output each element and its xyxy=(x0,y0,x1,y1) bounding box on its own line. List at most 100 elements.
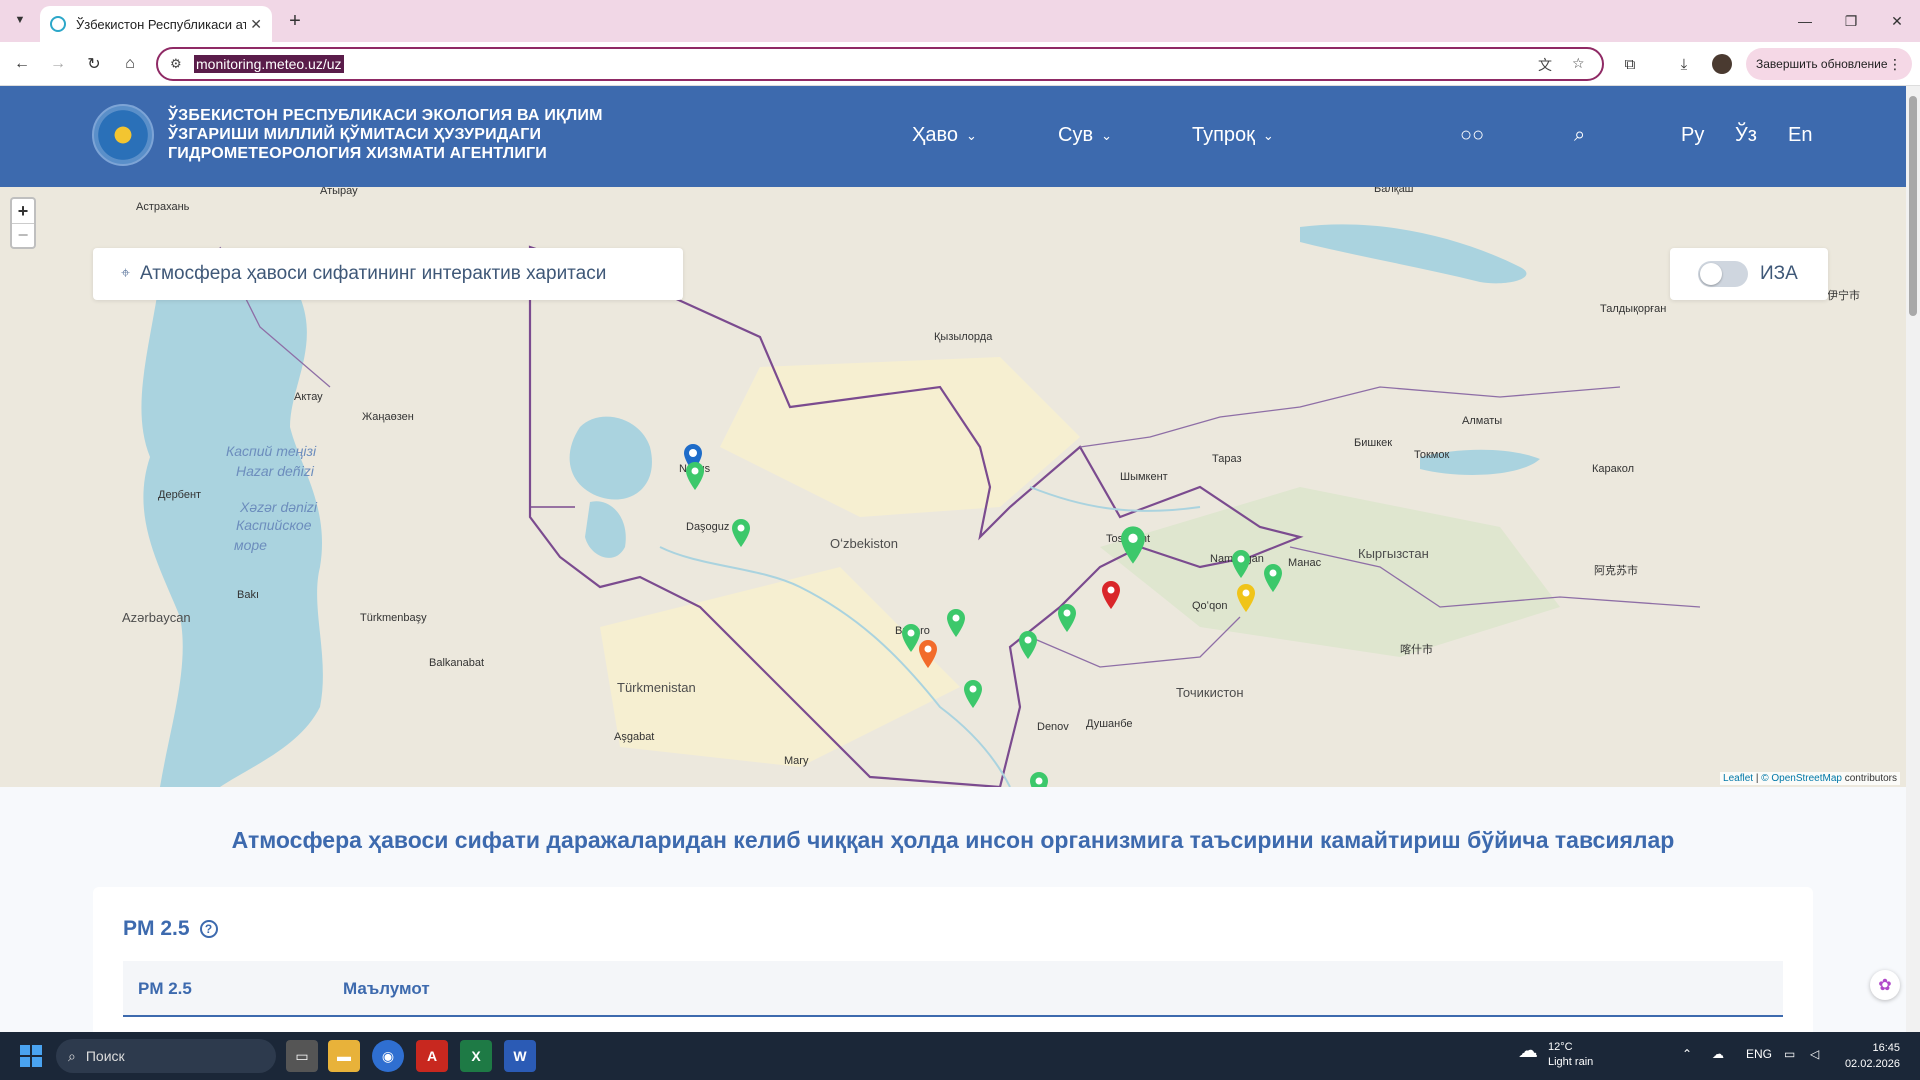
station-marker-good[interactable] xyxy=(1056,603,1078,633)
bookmark-star-icon[interactable]: ☆ xyxy=(1572,55,1585,72)
browser-tab[interactable]: Ўзбекистон Республикаси атр ✕ xyxy=(40,6,272,42)
windows-start-icon[interactable] xyxy=(20,1045,42,1067)
map-label-caspian5: море xyxy=(234,537,267,553)
tab-search-button[interactable]: ▼ xyxy=(8,8,32,32)
station-marker-good[interactable] xyxy=(962,679,984,709)
station-marker-good[interactable] xyxy=(945,608,967,638)
site-header: ЎЗБЕКИСТОН РЕСПУБЛИКАСИ ЭКОЛОГИЯ ВА ИҚЛИ… xyxy=(0,86,1906,187)
site-info-icon[interactable]: ⚙ xyxy=(170,56,182,72)
pm25-table-header: PM 2.5 Маълумот xyxy=(123,961,1783,1017)
org-name-line2: ЎЗГАРИШИ МИЛЛИЙ ҚЎМИТАСИ ҲУЗУРИДАГИ xyxy=(168,126,542,143)
tray-chevron-up-icon[interactable]: ⌃ xyxy=(1682,1047,1692,1061)
minimize-button[interactable]: — xyxy=(1782,0,1828,42)
word-icon[interactable]: W xyxy=(504,1040,536,1072)
extensions-icon[interactable]: ⧉ xyxy=(1616,50,1644,78)
station-marker-good[interactable] xyxy=(1028,771,1050,787)
weather-temp: 12°C xyxy=(1548,1041,1573,1053)
menu-dots-icon[interactable]: ⋮ xyxy=(1888,56,1902,73)
help-icon[interactable]: ? xyxy=(199,920,218,938)
excel-icon[interactable]: X xyxy=(460,1040,492,1072)
org-name[interactable]: ЎЗБЕКИСТОН РЕСПУБЛИКАСИ ЭКОЛОГИЯ ВА ИҚЛИ… xyxy=(168,106,628,163)
map-label-derbent: Дербент xyxy=(158,489,202,501)
translate-icon[interactable]: 文 xyxy=(1538,55,1552,75)
map-label-taldykorgan: Талдықорған xyxy=(1600,303,1667,315)
iza-toggle[interactable] xyxy=(1698,261,1748,287)
scrollbar-thumb[interactable] xyxy=(1909,96,1917,316)
search-icon[interactable]: ⌕ xyxy=(1574,124,1585,147)
chevron-down-icon: ⌄ xyxy=(966,127,977,143)
station-marker-bad[interactable] xyxy=(1100,580,1122,610)
pm25-title: PM 2.5 ? xyxy=(123,917,218,941)
lang-en[interactable]: En xyxy=(1788,124,1812,147)
address-bar[interactable]: ⚙ monitoring.meteo.uz/uz 文 ☆ xyxy=(156,47,1604,81)
task-view-icon[interactable]: ▭ xyxy=(286,1040,318,1072)
map-label-dushanbe: Душанбе xyxy=(1086,718,1133,730)
map-label-azerbaijan: Azərbaycan xyxy=(122,610,191,625)
map-label-kyzylorda: Қызылорда xyxy=(934,331,993,343)
accessibility-glasses-icon[interactable]: ○○ xyxy=(1460,124,1484,147)
lang-ru[interactable]: Ру xyxy=(1681,124,1704,147)
station-marker-good[interactable] xyxy=(1017,630,1039,660)
map-label-ashgabat: Aşgabat xyxy=(614,731,655,743)
agency-logo[interactable] xyxy=(92,104,154,166)
back-button[interactable]: ← xyxy=(8,50,36,78)
new-tab-button[interactable]: + xyxy=(282,8,308,34)
map-label-yining: 伊宁市 xyxy=(1827,290,1860,302)
chrome-icon[interactable]: ◉ xyxy=(372,1040,404,1072)
nav-soil[interactable]: Тупроқ ⌄ xyxy=(1192,124,1274,147)
lang-uz[interactable]: Ўз xyxy=(1735,124,1757,147)
url-text[interactable]: monitoring.meteo.uz/uz xyxy=(194,55,344,73)
leaflet-link[interactable]: Leaflet xyxy=(1723,773,1753,784)
clock-time: 16:45 xyxy=(1872,1042,1900,1054)
pm25-title-text: PM 2.5 xyxy=(123,917,190,940)
map-label-manas: Манас xyxy=(1288,557,1322,569)
volume-icon[interactable]: ◁ xyxy=(1810,1047,1819,1061)
home-button[interactable]: ⌂ xyxy=(116,50,144,78)
station-marker-unhealthy[interactable] xyxy=(917,639,939,669)
forward-button[interactable]: → xyxy=(44,50,72,78)
acrobat-icon[interactable]: A xyxy=(416,1040,448,1072)
tab-close-icon[interactable]: ✕ xyxy=(250,16,262,33)
weather-desc: Light rain xyxy=(1548,1056,1594,1068)
search-icon: ⌕ xyxy=(68,1047,76,1064)
map-label-shymkent: Шымкент xyxy=(1120,471,1168,483)
onedrive-icon[interactable]: ☁ xyxy=(1712,1047,1724,1061)
station-marker-good[interactable] xyxy=(730,518,752,548)
file-explorer-icon[interactable]: ▬ xyxy=(328,1040,360,1072)
iza-toggle-box[interactable]: ИЗА xyxy=(1670,248,1828,300)
nav-water[interactable]: Сув ⌄ xyxy=(1058,124,1112,147)
map-label-baku: Bakı xyxy=(237,589,260,601)
toggle-knob xyxy=(1700,263,1722,285)
map-label-kyrgyzstan: Кыргызстан xyxy=(1358,546,1429,561)
station-marker-good[interactable] xyxy=(1262,563,1284,593)
reload-button[interactable]: ↻ xyxy=(80,50,108,78)
map-label-karakol: Каракол xyxy=(1592,463,1634,475)
zoom-in-button[interactable]: + xyxy=(12,199,34,223)
map-attribution: Leaflet | © OpenStreetMap contributors xyxy=(1720,772,1900,785)
close-window-button[interactable]: ✕ xyxy=(1874,0,1920,42)
input-language[interactable]: ENG xyxy=(1746,1047,1772,1061)
zoom-out-button[interactable]: − xyxy=(12,223,34,247)
accessibility-widget-button[interactable]: ✿ xyxy=(1870,970,1900,1000)
downloads-icon[interactable]: ⤓ xyxy=(1670,50,1698,78)
station-marker-good[interactable] xyxy=(1118,525,1148,565)
profile-avatar[interactable] xyxy=(1712,54,1732,74)
station-marker-good[interactable] xyxy=(1230,549,1252,579)
recommendations-section: Атмосфера ҳавоси сифати даражаларидан ке… xyxy=(0,787,1906,1047)
windows-taskbar: ⌕ Поиск ▭ ▬ ◉ A X W ☁ 12°C Light rain ⌃ … xyxy=(0,1032,1920,1080)
taskbar-search[interactable]: ⌕ Поиск xyxy=(56,1039,276,1073)
network-icon[interactable]: ▭ xyxy=(1784,1047,1795,1061)
taskbar-clock[interactable]: 16:45 02.02.2026 xyxy=(1840,1040,1900,1072)
restore-button[interactable]: ❐ xyxy=(1828,0,1874,42)
page-scrollbar[interactable] xyxy=(1906,86,1920,1032)
update-button[interactable]: Завершить обновление ⋮ xyxy=(1746,48,1912,80)
nav-air[interactable]: Ҳаво ⌄ xyxy=(912,124,977,147)
station-marker-good[interactable] xyxy=(684,461,706,491)
map-label-kashgar: 喀什市 xyxy=(1400,644,1433,656)
map-label-kokand: Qoʻqon xyxy=(1192,600,1228,612)
org-name-line3: ГИДРОМЕТЕОРОЛОГИЯ ХИЗМАТИ АГЕНТЛИГИ xyxy=(168,145,547,162)
map-label-astrakhan: Астрахань xyxy=(136,201,190,213)
osm-link[interactable]: © OpenStreetMap xyxy=(1761,773,1842,784)
station-marker-moderate[interactable] xyxy=(1235,583,1257,613)
air-quality-map[interactable]: Атырау Астрахань Актау Жаңаөзен Дербент … xyxy=(0,187,1906,787)
